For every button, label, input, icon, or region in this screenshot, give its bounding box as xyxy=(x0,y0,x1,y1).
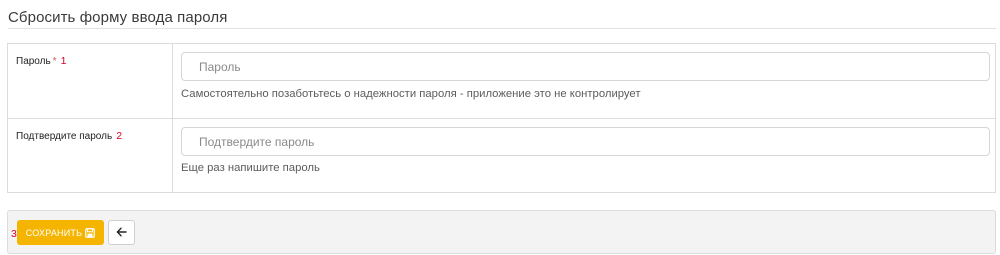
back-button[interactable] xyxy=(108,220,135,245)
password-help-text: Самостоятельно позаботьтесь о надежности… xyxy=(181,88,641,100)
floppy-disk-icon xyxy=(85,227,96,238)
password-input[interactable] xyxy=(181,52,990,81)
confirm-password-label: Подтвердите пароль xyxy=(16,131,113,142)
confirm-password-row: Подтвердите пароль 2 Еще раз напишите пар… xyxy=(8,119,995,193)
page-title: Сбросить форму ввода пароля xyxy=(8,9,228,26)
password-reset-form: Пароль * 1 Самостоятельно позаботьтесь о н… xyxy=(7,43,996,193)
arrow-left-icon xyxy=(116,225,127,240)
confirm-password-input[interactable] xyxy=(181,127,990,156)
annotation-marker-1: 1 xyxy=(60,55,67,67)
confirm-password-label-cell: Подтвердите пароль 2 xyxy=(8,119,173,193)
title-divider xyxy=(8,28,996,29)
password-row: Пароль * 1 Самостоятельно позаботьтесь о н… xyxy=(8,44,995,119)
confirm-password-help-text: Еще раз напишите пароль xyxy=(181,162,320,174)
save-button[interactable]: СОХРАНИТЬ xyxy=(17,220,104,245)
annotation-marker-2: 2 xyxy=(116,130,123,142)
save-button-label: СОХРАНИТЬ xyxy=(25,227,83,238)
password-label: Пароль xyxy=(16,56,51,67)
password-label-cell: Пароль * 1 xyxy=(8,44,173,118)
required-asterisk: * xyxy=(52,56,57,67)
annotation-marker-3: 3 xyxy=(11,228,17,240)
form-action-bar: 3 СОХРАНИТЬ xyxy=(7,210,996,254)
